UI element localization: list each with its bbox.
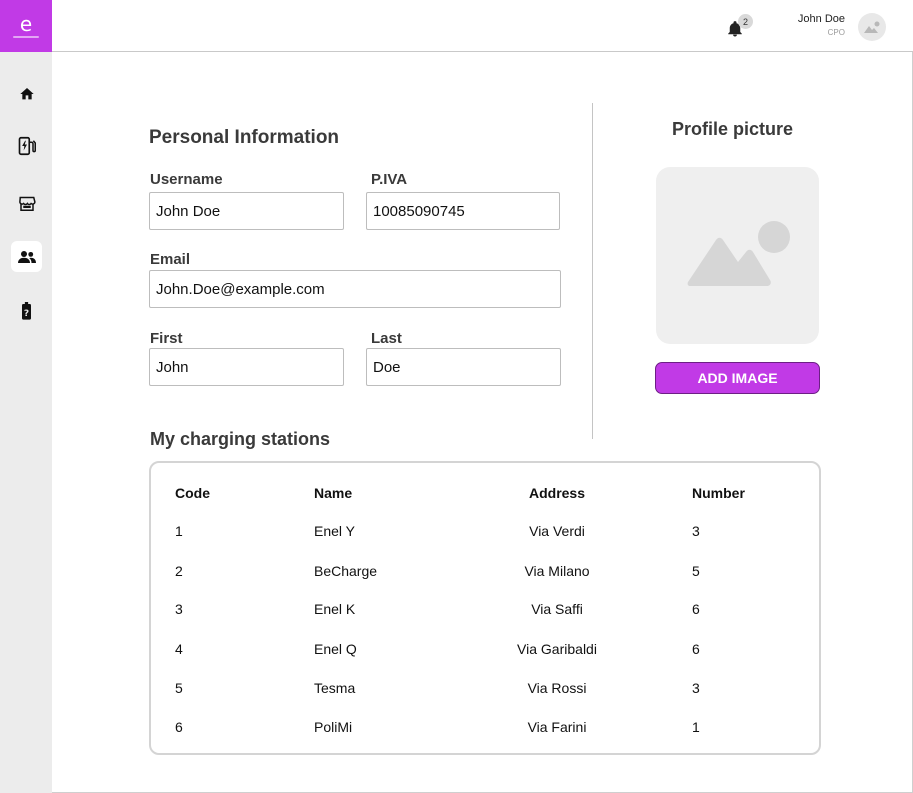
charging-stations-table: Code Name Address Number 1 Enel Y Via Ve… — [149, 461, 821, 755]
sidebar-item-store[interactable] — [11, 188, 42, 219]
user-role: CPO — [827, 28, 845, 37]
column-header-number: Number — [692, 485, 745, 501]
cell-address-text: Via Farini — [527, 719, 587, 735]
ev-charger-icon — [18, 136, 36, 155]
top-bar: e 2 John Doe CPO — [0, 0, 913, 52]
cell-code: 4 — [175, 641, 183, 657]
cell-name: PoliMi — [314, 719, 353, 735]
sidebar-item-users[interactable] — [11, 241, 42, 272]
cell-code: 3 — [175, 601, 183, 617]
store-icon — [18, 196, 36, 211]
username-field[interactable]: John Doe — [149, 192, 344, 230]
column-header-address-text: Address — [528, 485, 586, 501]
cell-number: 5 — [692, 563, 700, 579]
user-name: John Doe — [797, 13, 845, 25]
last-name-field[interactable]: Doe — [366, 348, 561, 386]
cell-number: 6 — [692, 601, 700, 617]
column-header-code: Code — [175, 485, 210, 501]
avatar[interactable] — [858, 13, 886, 41]
sidebar-item-battery-help[interactable]: ? — [11, 295, 42, 326]
svg-text:?: ? — [24, 308, 29, 318]
cell-name: Enel K — [314, 601, 356, 617]
cell-number: 3 — [692, 523, 700, 539]
cell-address-text: Via Verdi — [529, 523, 585, 539]
app-logo[interactable]: e — [0, 0, 52, 52]
profile-picture-title: Profile picture — [672, 119, 794, 139]
cell-address-text: Via Milano — [524, 563, 590, 579]
cell-code: 1 — [175, 523, 183, 539]
logo-tagline-mark — [13, 35, 39, 38]
logo-glyph: e — [19, 11, 33, 36]
email-field[interactable]: John.Doe@example.com — [149, 270, 561, 308]
email-label: Email — [150, 251, 191, 268]
cell-code: 6 — [175, 719, 183, 735]
first-name-field[interactable]: John — [149, 348, 344, 386]
charging-stations-title: My charging stations — [150, 429, 331, 449]
avatar-image-icon — [864, 21, 880, 33]
last-name-label: Last — [371, 330, 402, 347]
first-name-label: First — [150, 330, 183, 347]
cell-address-text: Via Rossi — [527, 680, 587, 696]
notification-badge: 2 — [738, 14, 753, 29]
battery-question-icon: ? — [22, 301, 31, 320]
cell-number: 3 — [692, 680, 700, 696]
cell-number: 6 — [692, 641, 700, 657]
piva-label: P.IVA — [371, 171, 408, 188]
sidebar-item-home[interactable] — [11, 78, 42, 109]
cell-name: Enel Y — [314, 523, 355, 539]
cell-code: 5 — [175, 680, 183, 696]
username-label: Username — [150, 171, 223, 188]
image-placeholder-icon — [687, 220, 790, 286]
add-image-button[interactable]: ADD IMAGE — [655, 362, 820, 394]
users-icon — [17, 250, 36, 263]
cell-name: BeCharge — [314, 563, 378, 579]
sidebar-item-charging-station[interactable] — [11, 130, 42, 161]
cell-name: Enel Q — [314, 641, 357, 657]
cell-code: 2 — [175, 563, 183, 579]
piva-field[interactable]: 10085090745 — [366, 192, 560, 230]
cell-name: Tesma — [314, 680, 356, 696]
profile-picture-placeholder[interactable] — [656, 167, 819, 344]
personal-info-title: Personal Information — [149, 127, 340, 148]
column-header-name: Name — [314, 485, 353, 501]
cell-address-text: Via Garibaldi — [517, 641, 597, 657]
cell-number: 1 — [692, 719, 700, 735]
cell-address-text: Via Saffi — [531, 601, 583, 617]
home-icon — [19, 87, 34, 99]
section-divider — [592, 103, 593, 439]
sidebar: ? — [0, 52, 52, 793]
